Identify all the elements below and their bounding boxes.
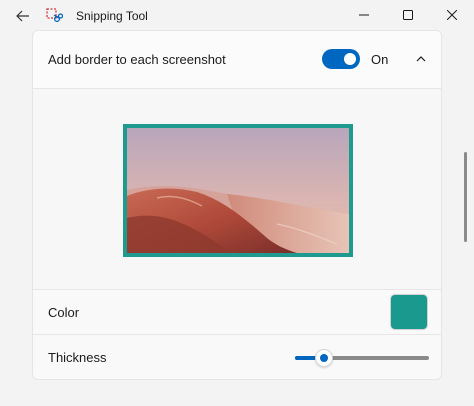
- color-setting-row: Color: [33, 289, 441, 334]
- snipping-tool-icon: [46, 8, 64, 24]
- toggle-state-label: On: [371, 52, 389, 67]
- back-button[interactable]: [8, 4, 38, 28]
- border-settings-card: Add border to each screenshot On Color T…: [32, 30, 442, 380]
- close-button[interactable]: [430, 0, 474, 30]
- scrollbar[interactable]: [464, 152, 467, 242]
- app-title: Snipping Tool: [76, 9, 148, 23]
- color-picker-button[interactable]: [390, 294, 428, 330]
- back-arrow-icon: [16, 10, 29, 22]
- close-icon: [447, 10, 457, 20]
- chevron-up-icon: [416, 56, 426, 62]
- slider-thumb[interactable]: [315, 349, 334, 367]
- minimize-icon: [359, 14, 369, 16]
- thickness-label: Thickness: [48, 350, 107, 365]
- thickness-slider[interactable]: [295, 349, 429, 367]
- maximize-button[interactable]: [386, 0, 430, 30]
- preview-image: [127, 128, 349, 253]
- color-label: Color: [48, 305, 80, 320]
- border-toggle[interactable]: [322, 49, 360, 69]
- snipping-tool-window: Snipping Tool Add border to each screens…: [0, 0, 474, 406]
- border-preview-area: [33, 89, 441, 289]
- border-setting-label: Add border to each screenshot: [48, 52, 226, 67]
- border-setting-header[interactable]: Add border to each screenshot On: [33, 31, 441, 89]
- collapse-button[interactable]: [407, 47, 435, 71]
- maximize-icon: [403, 10, 413, 20]
- toggle-knob: [344, 53, 356, 65]
- border-preview: [123, 124, 353, 257]
- title-bar: Snipping Tool: [0, 0, 474, 32]
- slider-thumb-center: [320, 354, 329, 362]
- minimize-button[interactable]: [342, 0, 386, 30]
- thickness-setting-row: Thickness: [33, 334, 441, 379]
